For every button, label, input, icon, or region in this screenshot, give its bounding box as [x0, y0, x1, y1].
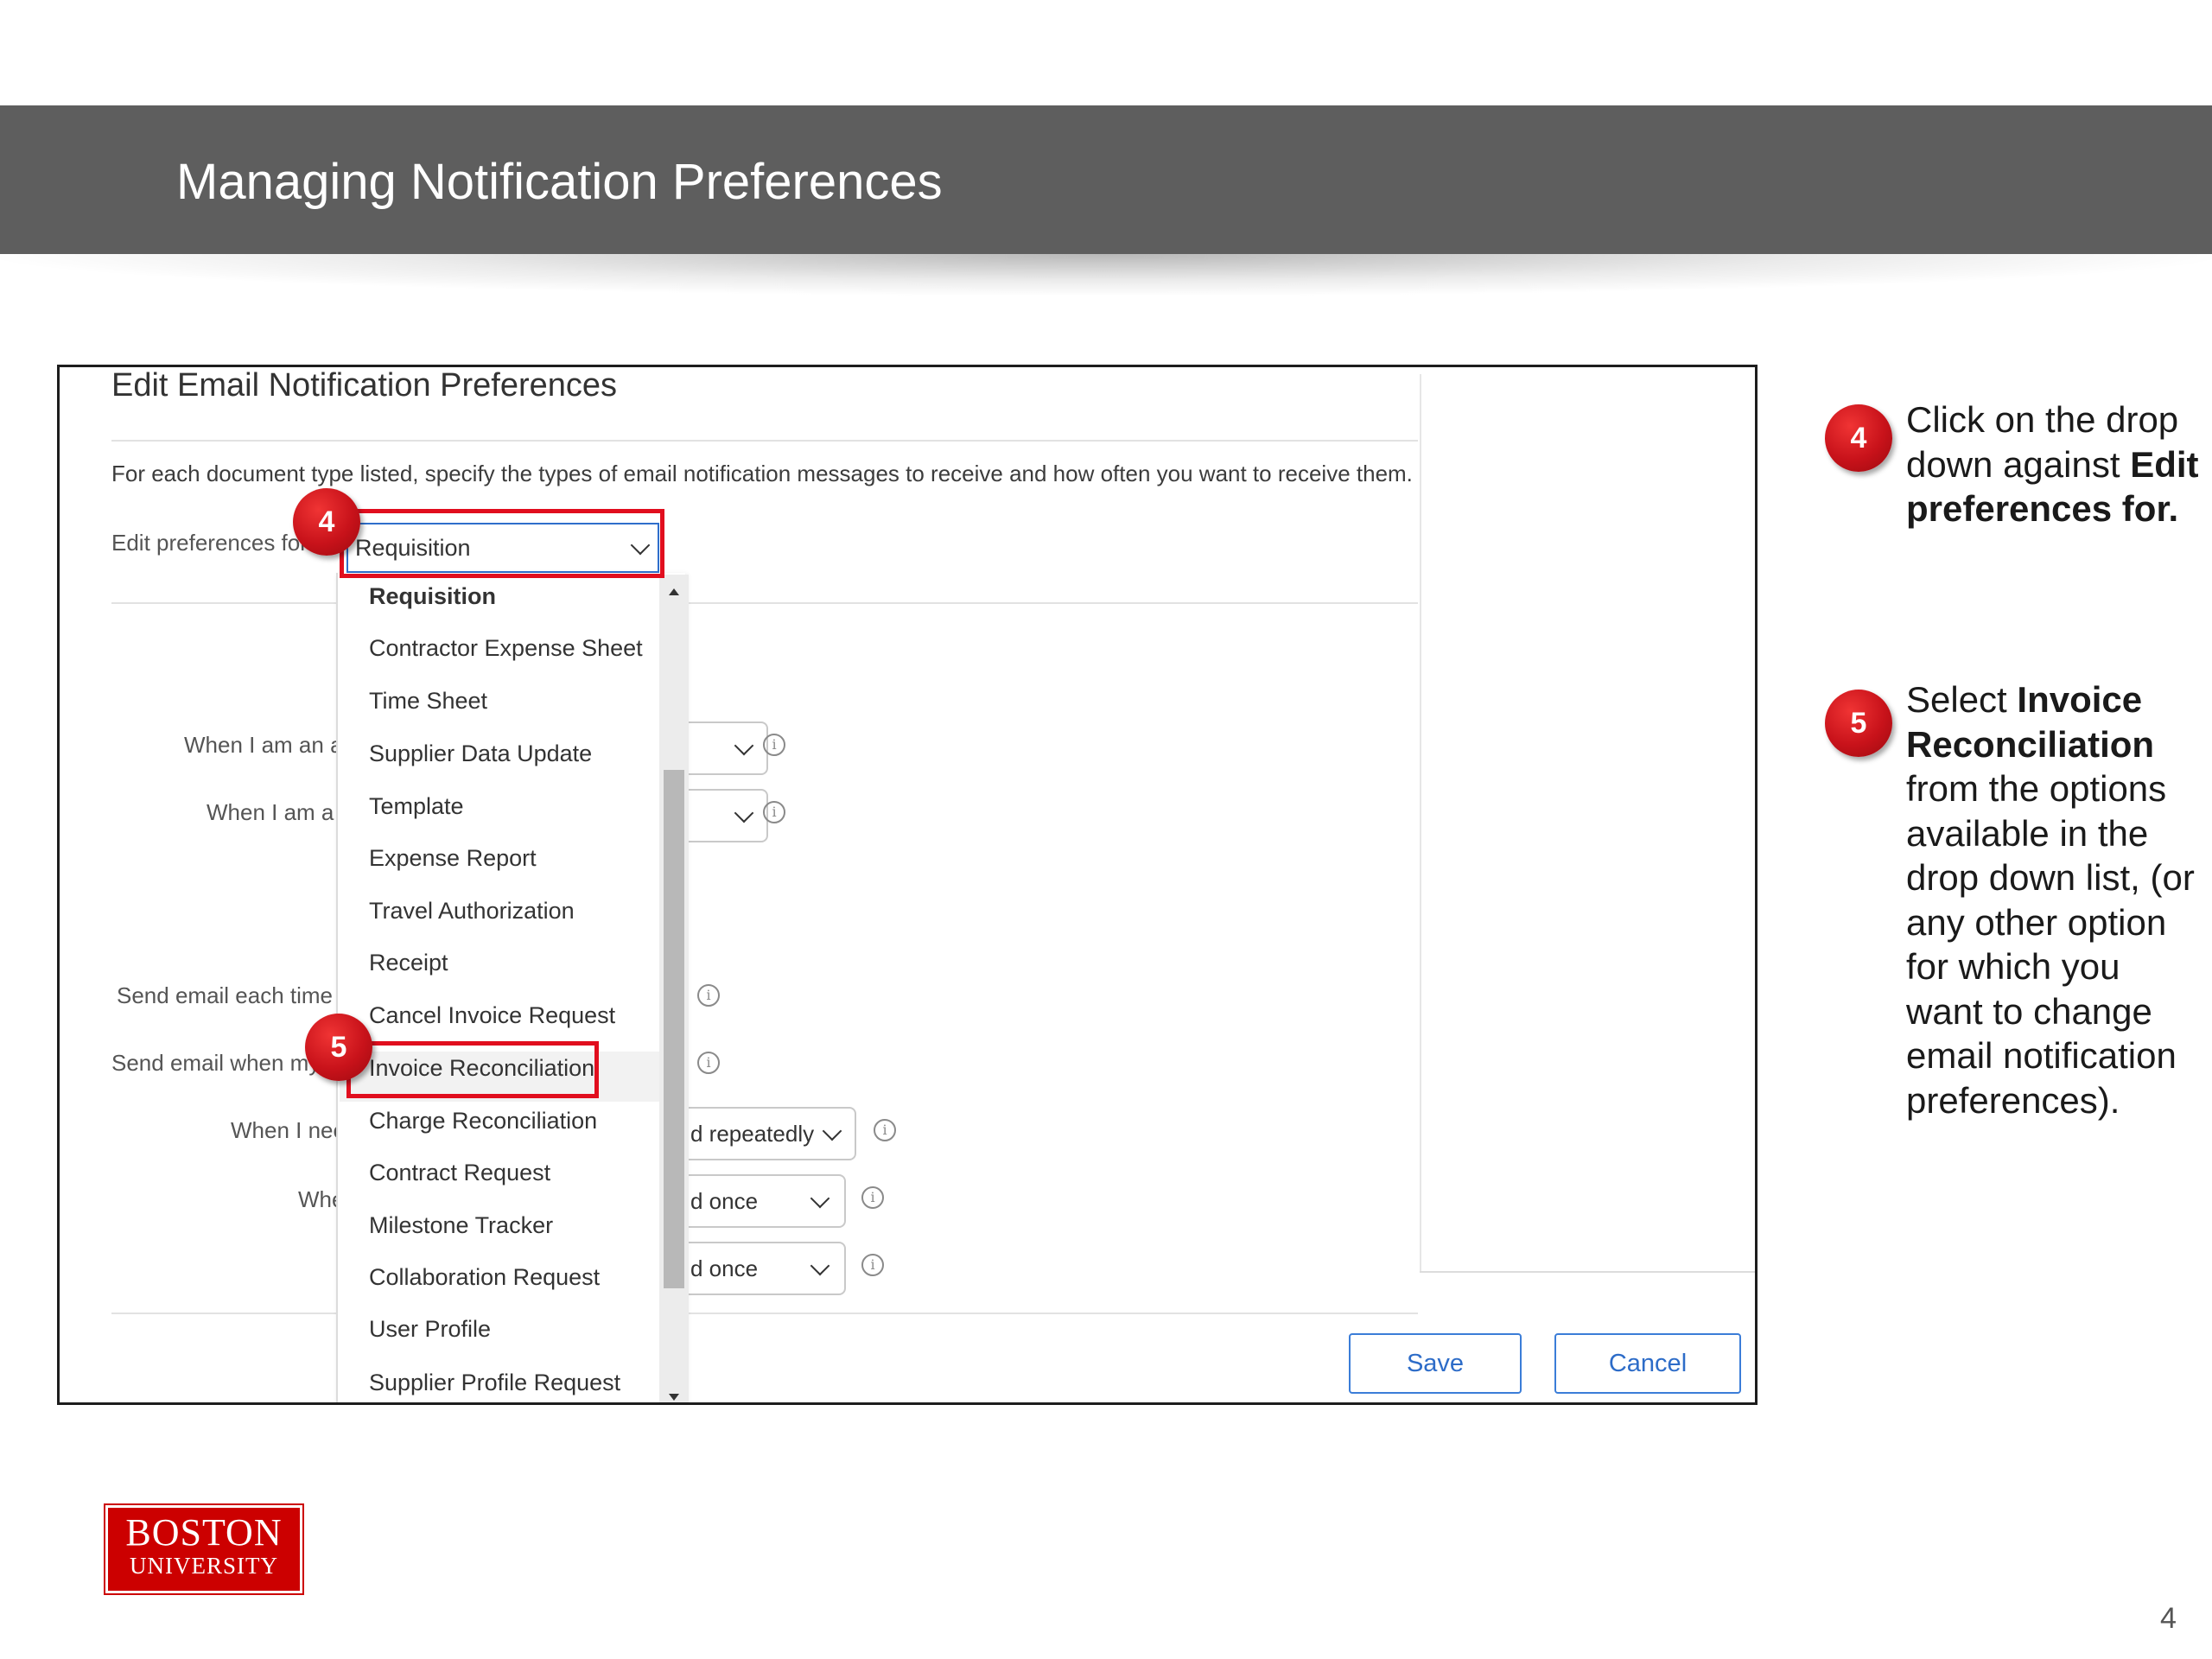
page-number: 4 [2160, 1602, 2177, 1635]
row-label: When I am a [207, 799, 334, 825]
divider [111, 602, 1418, 604]
panel-divider [1420, 374, 1421, 1273]
chevron-down-icon [734, 735, 754, 756]
dropdown-scrollbar[interactable] [659, 575, 689, 1402]
row-label: When I am an a [184, 732, 343, 758]
dropdown-option[interactable]: Contract Request [369, 1160, 550, 1186]
frequency-select[interactable]: d repeatedly [664, 1107, 856, 1160]
screenshot-frame: Edit Email Notification Preferences For … [57, 365, 1758, 1405]
dropdown-option-requisition[interactable]: Requisition [369, 583, 496, 610]
info-icon[interactable]: i [861, 1254, 884, 1276]
dropdown-option[interactable]: Supplier Profile Request [369, 1370, 620, 1396]
dropdown-option[interactable]: Template [369, 793, 464, 820]
panel-divider-bottom [1420, 1271, 1755, 1273]
chevron-down-icon [734, 803, 754, 823]
dropdown-option[interactable]: Cancel Invoice Request [369, 1002, 615, 1029]
step-5-badge: 5 [305, 1014, 372, 1081]
dropdown-option[interactable]: Collaboration Request [369, 1264, 600, 1291]
dropdown-option[interactable]: Travel Authorization [369, 898, 575, 925]
boston-university-logo: BOSTON UNIVERSITY [104, 1503, 304, 1595]
frequency-select[interactable]: d once [664, 1174, 846, 1228]
highlight-box-select [340, 509, 664, 578]
info-icon[interactable]: i [763, 734, 785, 756]
highlight-box-invoice-reconciliation [346, 1041, 599, 1098]
info-icon[interactable]: i [763, 801, 785, 823]
step-4-badge: 4 [293, 488, 360, 556]
chevron-down-icon [822, 1121, 842, 1141]
instructions-text: For each document type listed, specify t… [111, 461, 1413, 486]
dropdown-option[interactable]: User Profile [369, 1316, 491, 1343]
chevron-down-icon [810, 1255, 830, 1276]
dropdown-option[interactable]: Milestone Tracker [369, 1212, 553, 1239]
header-shadow [0, 254, 2212, 296]
dropdown-option[interactable]: Contractor Expense Sheet [369, 635, 643, 662]
dropdown-option[interactable]: Receipt [369, 950, 448, 976]
info-icon[interactable]: i [697, 984, 720, 1007]
save-button[interactable]: Save [1349, 1333, 1522, 1394]
info-icon[interactable]: i [861, 1186, 884, 1209]
edit-preferences-label: Edit preferences for: [111, 530, 315, 556]
info-icon[interactable]: i [874, 1119, 896, 1141]
step-5-text: Select Invoice Reconciliation from the o… [1906, 679, 2195, 1121]
dropdown-option[interactable]: Expense Report [369, 845, 537, 872]
scroll-down-arrow-icon[interactable] [669, 1394, 679, 1401]
step-5-badge: 5 [1825, 690, 1892, 757]
dropdown-option[interactable]: Time Sheet [369, 688, 487, 715]
info-icon[interactable]: i [697, 1052, 720, 1074]
cancel-button[interactable]: Cancel [1554, 1333, 1741, 1394]
scroll-thumb[interactable] [664, 770, 684, 1288]
scroll-up-arrow-icon[interactable] [669, 588, 679, 595]
chevron-down-icon [810, 1188, 830, 1209]
dialog-title: Edit Email Notification Preferences [111, 367, 618, 404]
row-label: Send email each time [117, 982, 334, 1008]
step-4-badge: 4 [1825, 404, 1892, 472]
divider [111, 1313, 1418, 1314]
dropdown-option[interactable]: Charge Reconciliation [369, 1108, 597, 1135]
document-type-dropdown-list: Requisition Contractor Expense Sheet Tim… [336, 573, 685, 1402]
divider [111, 440, 1418, 442]
row-label: Send email when my [111, 1050, 321, 1076]
step-4-text: Click on the drop down against Edit pref… [1906, 399, 2199, 529]
frequency-select[interactable]: d once [664, 1242, 846, 1295]
slide-title: Managing Notification Preferences [176, 154, 943, 210]
dropdown-option[interactable]: Supplier Data Update [369, 741, 592, 767]
row-label: When I nee [231, 1117, 346, 1143]
